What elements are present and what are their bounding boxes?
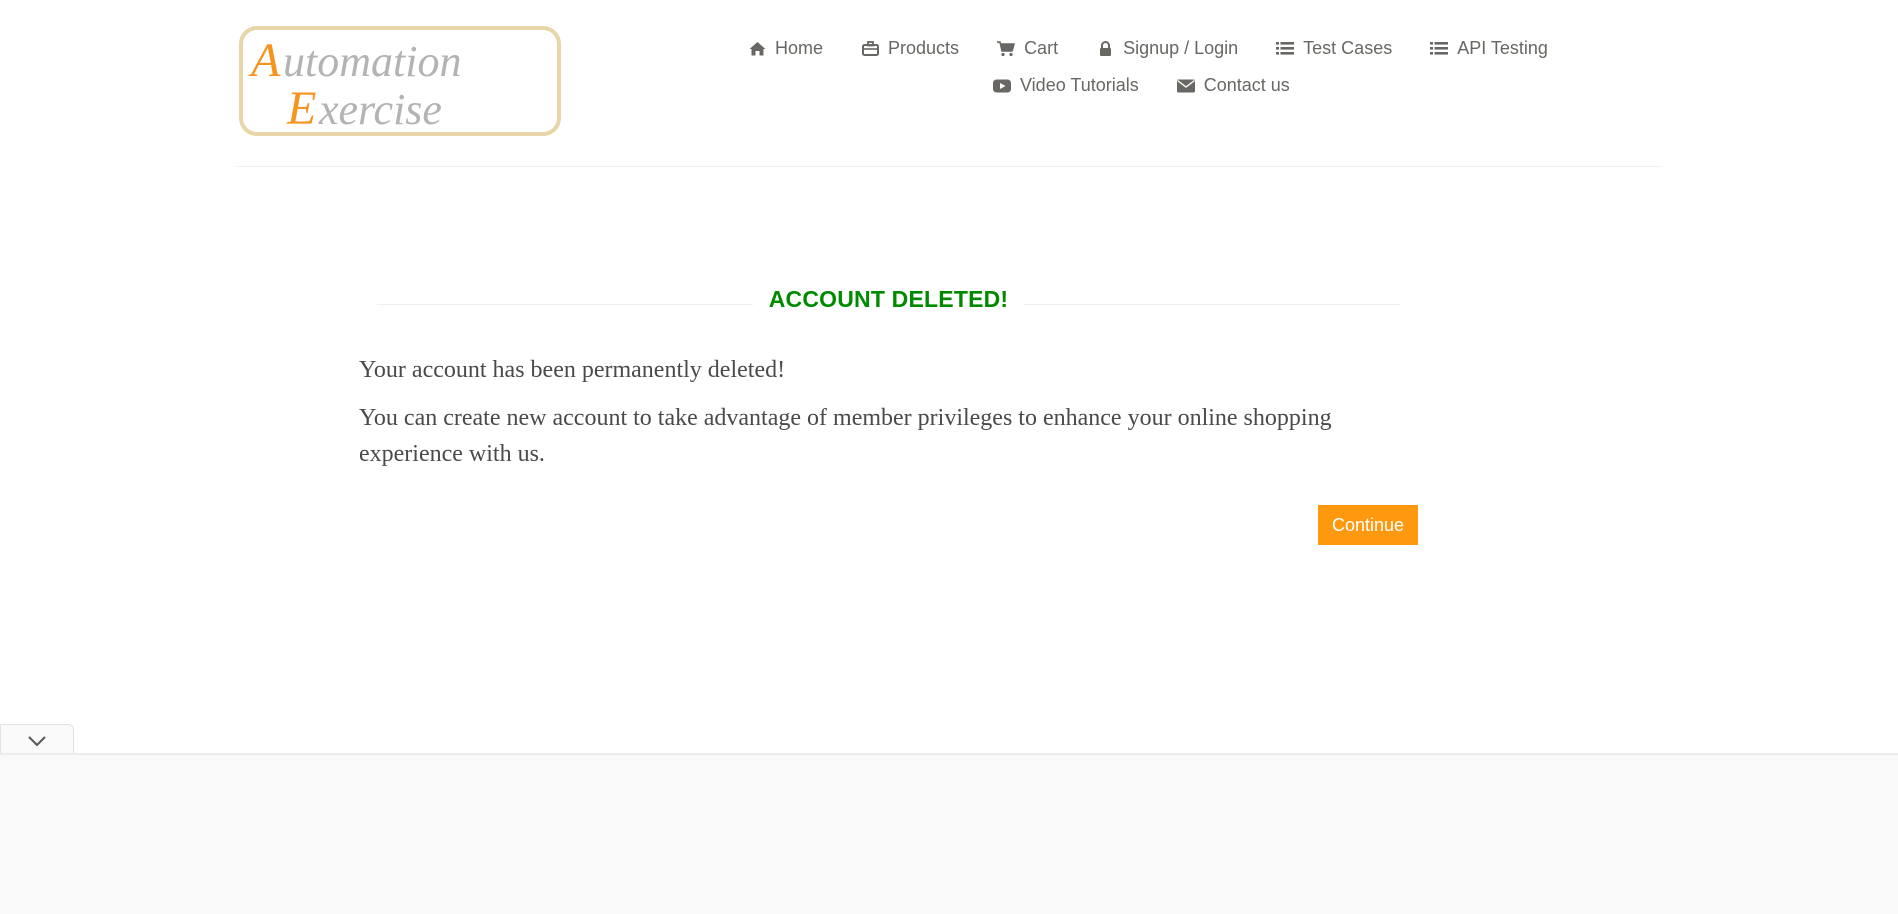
briefcase-icon (861, 40, 879, 58)
nav-video-tutorials-label: Video Tutorials (1020, 75, 1139, 95)
logo-line1-rest: utomation (283, 37, 461, 86)
nav-contact-us-label: Contact us (1203, 75, 1290, 95)
deleted-message: Your account has been permanently delete… (359, 357, 786, 383)
main-nav-row-1: Home Products Cart Signup / Login Test C… (748, 38, 1548, 59)
nav-api-testing-label: API Testing (1457, 38, 1548, 58)
nav-contact-us[interactable]: Contact us (1176, 75, 1290, 96)
cart-icon (997, 40, 1015, 58)
nav-signup-login[interactable]: Signup / Login (1096, 38, 1238, 59)
nav-products[interactable]: Products (861, 38, 959, 59)
envelope-icon (1176, 77, 1195, 95)
list-icon (1276, 40, 1295, 58)
continue-button[interactable]: Continue (1318, 505, 1418, 545)
nav-cart[interactable]: Cart (997, 38, 1058, 59)
logo-graphic: A utomation E xercise (248, 34, 461, 132)
chevron-down-icon (28, 735, 46, 746)
page-title: ACCOUNT DELETED! (768, 286, 1009, 312)
account-deleted-heading: ACCOUNT DELETED! (377, 286, 1400, 318)
nav-home[interactable]: Home (748, 38, 823, 59)
nav-signup-login-label: Signup / Login (1123, 38, 1239, 58)
create-account-message: You can create new account to take advan… (359, 405, 1332, 467)
lock-icon (1096, 40, 1114, 58)
main-nav-row-2: Video Tutorials Contact us (993, 75, 1290, 96)
site-header: A utomation E xercise Home Products Cart (237, 0, 1661, 167)
nav-video-tutorials[interactable]: Video Tutorials (993, 75, 1139, 96)
youtube-play-icon (993, 77, 1011, 95)
logo-letter-a: A (248, 34, 281, 87)
nav-home-label: Home (775, 38, 824, 58)
nav-test-cases-label: Test Cases (1303, 38, 1393, 58)
bottom-ad-strip (0, 753, 1898, 914)
collapse-toggle[interactable] (0, 724, 74, 756)
logo-line2-rest: xercise (318, 85, 442, 132)
list-icon (1430, 40, 1449, 58)
nav-products-label: Products (888, 38, 960, 58)
site-logo[interactable]: A utomation E xercise (239, 26, 561, 136)
nav-test-cases[interactable]: Test Cases (1276, 38, 1392, 59)
nav-api-testing[interactable]: API Testing (1430, 38, 1548, 59)
home-icon (748, 40, 766, 58)
nav-cart-label: Cart (1024, 38, 1059, 58)
logo-letter-e: E (286, 82, 316, 132)
